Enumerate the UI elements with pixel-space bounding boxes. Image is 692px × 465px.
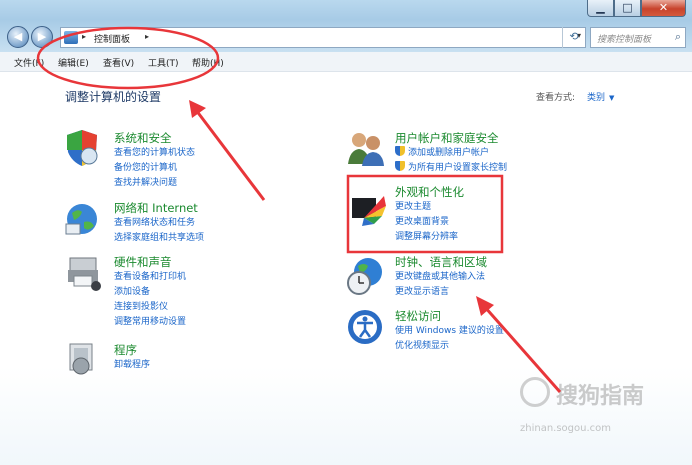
category-title[interactable]: 轻松访问: [395, 308, 504, 324]
link[interactable]: 卸载程序: [114, 358, 150, 373]
breadcrumb-separator-icon[interactable]: ▸: [82, 32, 86, 41]
category-title[interactable]: 外观和个性化: [395, 184, 464, 200]
link[interactable]: 添加设备: [114, 285, 186, 300]
link[interactable]: 连接到投影仪: [114, 300, 186, 315]
appearance-personalization-icon[interactable]: [348, 190, 388, 230]
control-panel-window: ▁ □ ✕ ◀ ▶ ▸ 控制面板 ▸ ▾ ⟲ 搜索控制面板 ⌕ 文件(F) 编辑…: [0, 0, 692, 465]
control-panel-icon: [64, 31, 78, 44]
chevron-down-icon: ▼: [609, 94, 615, 102]
maximize-button[interactable]: □: [614, 0, 641, 17]
link[interactable]: 查看网络状态和任务: [114, 216, 204, 231]
link[interactable]: 为所有用户设置家长控制: [395, 161, 507, 176]
link[interactable]: 更改桌面背景: [395, 215, 464, 230]
menu-edit[interactable]: 编辑(E): [58, 56, 89, 69]
link[interactable]: 使用 Windows 建议的设置: [395, 324, 504, 339]
maximize-icon: □: [622, 1, 633, 14]
forward-button[interactable]: ▶: [31, 26, 53, 48]
user-accounts-icon[interactable]: [346, 128, 386, 168]
menu-view[interactable]: 查看(V): [103, 56, 134, 69]
link[interactable]: 添加或删除用户帐户: [395, 146, 507, 161]
link[interactable]: 选择家庭组和共享选项: [114, 231, 204, 246]
ease-of-access-icon[interactable]: [346, 308, 384, 346]
system-security-icon[interactable]: [64, 128, 102, 168]
view-by-dropdown[interactable]: 类别 ▼: [587, 90, 614, 103]
shield-icon: [395, 146, 405, 156]
category-title[interactable]: 用户帐户和家庭安全: [395, 130, 507, 146]
minimize-button[interactable]: ▁: [587, 0, 614, 17]
breadcrumb-separator-icon[interactable]: ▸: [145, 32, 149, 41]
link[interactable]: 查看设备和打印机: [114, 270, 186, 285]
category-title[interactable]: 程序: [114, 342, 150, 358]
back-button[interactable]: ◀: [7, 26, 29, 48]
refresh-button[interactable]: ⟲: [562, 27, 585, 48]
category-programs: 程序 卸载程序: [114, 342, 150, 373]
address-bar[interactable]: ▸ 控制面板 ▸ ▾: [60, 27, 586, 48]
category-hardware-sound: 硬件和声音 查看设备和打印机 添加设备 连接到投影仪 调整常用移动设置: [114, 254, 186, 330]
search-placeholder: 搜索控制面板: [597, 35, 652, 45]
close-icon: ✕: [658, 1, 669, 14]
caption-buttons: ▁ □ ✕: [587, 0, 686, 18]
breadcrumb-control-panel[interactable]: 控制面板: [94, 32, 130, 45]
forward-arrow-icon: ▶: [37, 30, 47, 43]
category-title[interactable]: 时钟、语言和区域: [395, 254, 487, 270]
link[interactable]: 调整屏幕分辨率: [395, 230, 464, 245]
minimize-icon: ▁: [596, 1, 605, 14]
search-icon[interactable]: ⌕: [675, 30, 681, 44]
close-button[interactable]: ✕: [641, 0, 686, 17]
view-by-value: 类别: [587, 93, 606, 103]
link[interactable]: 调整常用移动设置: [114, 315, 186, 330]
page-title: 调整计算机的设置: [65, 90, 162, 104]
link[interactable]: 查看您的计算机状态: [114, 146, 195, 161]
refresh-icon: ⟲: [569, 30, 579, 43]
search-input[interactable]: 搜索控制面板 ⌕: [590, 27, 686, 48]
shield-icon: [395, 161, 405, 171]
category-appearance-personalization: 外观和个性化 更改主题 更改桌面背景 调整屏幕分辨率: [395, 184, 464, 245]
back-arrow-icon: ◀: [13, 30, 23, 43]
programs-icon[interactable]: [64, 340, 100, 376]
hardware-sound-icon[interactable]: [64, 252, 104, 292]
watermark-logo-icon: [520, 377, 550, 407]
category-user-accounts: 用户帐户和家庭安全 添加或删除用户帐户 为所有用户设置家长控制: [395, 130, 507, 176]
link[interactable]: 更改键盘或其他输入法: [395, 270, 487, 285]
category-title[interactable]: 系统和安全: [114, 130, 195, 146]
menu-file[interactable]: 文件(F): [14, 56, 44, 69]
category-title[interactable]: 网络和 Internet: [114, 200, 204, 216]
watermark-text: 搜狗指南: [556, 384, 645, 409]
menu-tools[interactable]: 工具(T): [148, 56, 179, 69]
menu-help[interactable]: 帮助(H): [192, 56, 224, 69]
category-ease-of-access: 轻松访问 使用 Windows 建议的设置 优化视频显示: [395, 308, 504, 354]
clock-language-region-icon[interactable]: [346, 256, 386, 296]
view-by-label: 查看方式:: [536, 93, 576, 103]
link[interactable]: 更改显示语言: [395, 285, 487, 300]
category-system-security: 系统和安全 查看您的计算机状态 备份您的计算机 查找并解决问题: [114, 130, 195, 191]
network-internet-icon[interactable]: [64, 200, 102, 238]
category-clock-language-region: 时钟、语言和区域 更改键盘或其他输入法 更改显示语言: [395, 254, 487, 300]
watermark-url: zhinan.sogou.com: [520, 423, 612, 434]
link[interactable]: 更改主题: [395, 200, 464, 215]
link[interactable]: 备份您的计算机: [114, 161, 195, 176]
link[interactable]: 优化视频显示: [395, 339, 504, 354]
menu-bar: 文件(F) 编辑(E) 查看(V) 工具(T) 帮助(H): [0, 52, 692, 72]
category-network-internet: 网络和 Internet 查看网络状态和任务 选择家庭组和共享选项: [114, 200, 204, 246]
link[interactable]: 查找并解决问题: [114, 176, 195, 191]
category-title[interactable]: 硬件和声音: [114, 254, 186, 270]
